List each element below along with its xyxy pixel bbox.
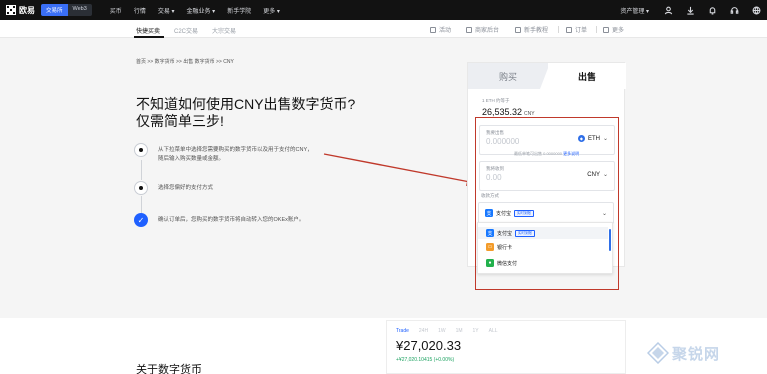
market-price: ¥27,020.33 <box>396 338 462 353</box>
step-2-text: 选择您偏好的支付方式 <box>158 185 214 191</box>
page-title: 不知道如何使用CNY出售数字货币? 仅需简单三步! <box>136 96 356 130</box>
annotation-highlight-box <box>475 117 619 290</box>
rate-label: 1 ETH 约等于 <box>482 98 510 103</box>
nav-right: 资产管理 ▾ <box>620 0 761 20</box>
step-3: ✓ 确认订单后，您购买的数字货币将自动转入您的OKEx账户。 <box>134 213 318 227</box>
tab-buy[interactable]: 购买 <box>468 63 548 89</box>
brand-logo[interactable]: 欧易 <box>6 5 35 16</box>
subnav-more-label: 更多 <box>612 28 625 34</box>
toggle-exchange[interactable]: 交易所 <box>41 4 68 16</box>
market-price-card: Trade 24H 1W 1M 1Y ALL ¥27,020.33 +¥27,0… <box>386 320 626 374</box>
top-navbar: 欧易 交易所 Web3 买币 行情 交易 ▾ 金融业务 ▾ 新手学院 更多 ▾ … <box>0 0 767 20</box>
subnav-orders[interactable]: 订单 <box>566 25 587 34</box>
nav-more[interactable]: 更多 ▾ <box>263 6 280 15</box>
asset-management-menu[interactable]: 资产管理 ▾ <box>620 6 649 15</box>
breadcrumb[interactable]: 首页 >> 数字货币 >> 出售 数字货币 >> CNY <box>136 58 234 65</box>
subnav-tutorial-label: 新手教程 <box>524 28 549 34</box>
rate-amount: 26,535.32 <box>482 107 523 117</box>
exchange-web3-toggle[interactable]: 交易所 Web3 <box>41 4 92 16</box>
toggle-web3[interactable]: Web3 <box>67 4 92 16</box>
page-title-line-1: 不知道如何使用CNY出售数字货币? <box>136 96 356 112</box>
orders-icon <box>566 26 572 33</box>
subnav-divider <box>558 26 559 33</box>
step-1: 从下拉菜单中选择您需要购买的数字货币以及用于支付的CNY，随后输入购买数量或金额… <box>134 143 318 164</box>
subnav-activity-label: 活动 <box>439 28 452 34</box>
market-tab-1w[interactable]: 1W <box>438 328 446 334</box>
merchant-icon <box>466 26 472 33</box>
sub-navbar: 快捷买卖 C2C交易 大宗交易 活动 商家后台 新手教程 订单 更多 <box>0 20 767 38</box>
tab-block-trade[interactable]: 大宗交易 <box>212 26 236 35</box>
main-nav: 买币 行情 交易 ▾ 金融业务 ▾ 新手学院 更多 ▾ <box>110 6 280 15</box>
step-2: 选择您偏好的支付方式 <box>134 181 318 195</box>
nav-buy-crypto[interactable]: 买币 <box>110 6 122 15</box>
more-icon <box>603 26 609 33</box>
logo-icon <box>6 5 16 15</box>
subnav-divider <box>596 26 597 33</box>
page-title-line-2: 仅需简单三步! <box>136 113 224 129</box>
tab-quick-trade[interactable]: 快捷买卖 <box>136 26 160 35</box>
tutorial-icon <box>515 26 521 33</box>
nav-trade[interactable]: 交易 ▾ <box>158 6 175 15</box>
brand-name: 欧易 <box>19 5 35 15</box>
activity-icon <box>430 26 436 33</box>
subnav-merchant[interactable]: 商家后台 <box>466 25 499 34</box>
step-pending-icon <box>134 143 148 157</box>
step-connector <box>141 196 142 214</box>
download-icon[interactable] <box>685 5 695 15</box>
annotation-arrow <box>323 153 478 186</box>
market-tab-1m[interactable]: 1M <box>456 328 463 334</box>
watermark-logo-icon <box>647 342 669 364</box>
rate-value: 26,535.32 CNY <box>482 107 535 117</box>
nav-markets[interactable]: 行情 <box>134 6 146 15</box>
subnav-merchant-label: 商家后台 <box>475 28 500 34</box>
globe-icon[interactable] <box>751 5 761 15</box>
nav-academy[interactable]: 新手学院 <box>227 6 251 15</box>
step-pending-icon <box>134 181 148 195</box>
subnav-orders-label: 订单 <box>575 28 588 34</box>
step-3-text: 确认订单后，您购买的数字货币将自动转入您的OKEx账户。 <box>158 217 305 223</box>
step-1-text: 从下拉菜单中选择您需要购买的数字货币以及用于支付的CNY，随后输入购买数量或金额… <box>158 147 313 162</box>
check-icon: ✓ <box>134 213 148 227</box>
trade-tabs: 购买 出售 <box>468 63 626 89</box>
nav-finance[interactable]: 金融业务 ▾ <box>187 6 216 15</box>
tab-c2c[interactable]: C2C交易 <box>174 26 198 35</box>
watermark-text: 聚锐网 <box>672 344 721 363</box>
subnav-more[interactable]: 更多 <box>603 25 624 34</box>
watermark: 聚锐网 <box>647 342 720 364</box>
market-tab-trade[interactable]: Trade <box>396 328 409 334</box>
market-tab-24h[interactable]: 24H <box>419 328 428 334</box>
subnav-tutorial[interactable]: 新手教程 <box>515 25 548 34</box>
market-range-tabs: Trade 24H 1W 1M 1Y ALL <box>396 328 498 334</box>
market-change: +¥27,020.10415 (+0.00%) <box>396 357 455 363</box>
bell-icon[interactable] <box>707 5 717 15</box>
about-crypto-heading: 关于数字货币 <box>136 364 202 374</box>
headset-icon[interactable] <box>729 5 739 15</box>
market-tab-all[interactable]: ALL <box>489 328 498 334</box>
user-icon[interactable] <box>663 5 673 15</box>
tab-sell[interactable]: 出售 <box>548 63 626 89</box>
subnav-activity[interactable]: 活动 <box>430 25 451 34</box>
market-tab-1y[interactable]: 1Y <box>473 328 479 334</box>
